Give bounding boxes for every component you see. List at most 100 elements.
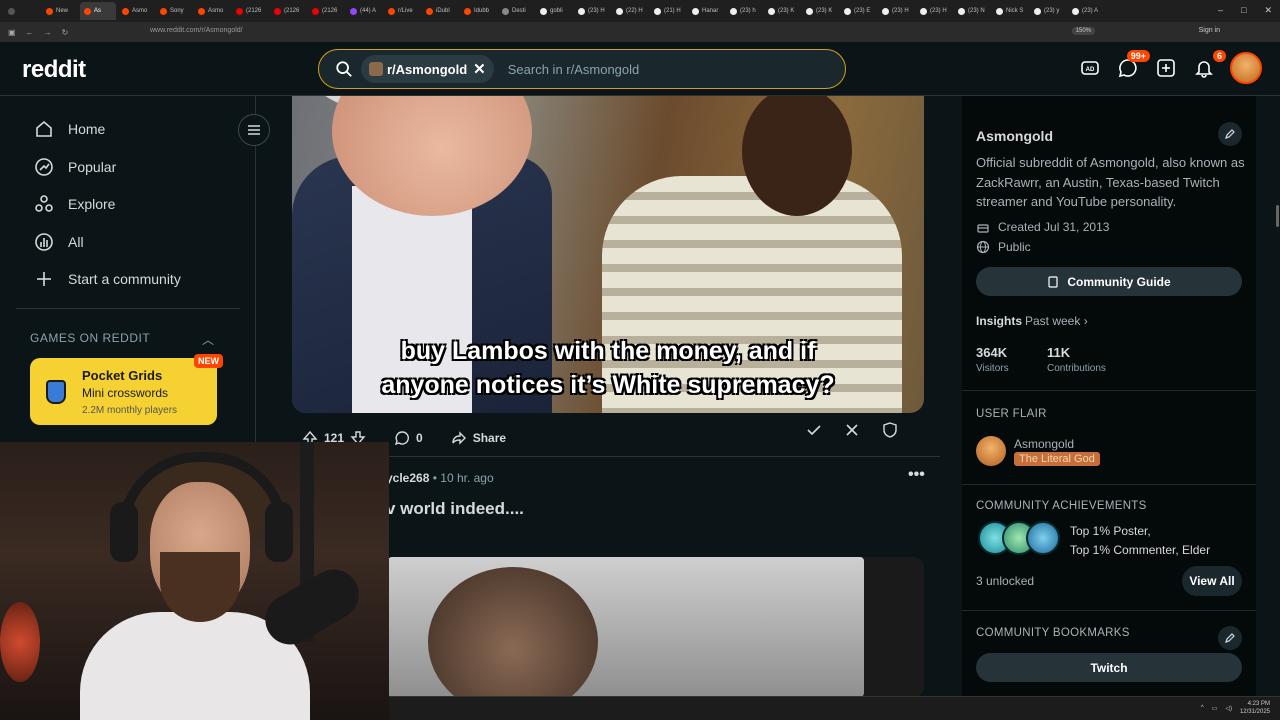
scrollbar-thumb[interactable] — [1276, 205, 1279, 227]
flair-tag[interactable]: The Literal God — [1014, 452, 1100, 466]
browser-tab[interactable]: (23) E — [840, 2, 876, 20]
browser-tab[interactable]: (44) A — [346, 2, 382, 20]
browser-tab[interactable]: (23) h — [726, 2, 762, 20]
post2-author[interactable]: ycle268 — [386, 471, 429, 485]
shield-icon[interactable] — [882, 422, 898, 438]
post2-title[interactable]: v world indeed.... — [386, 499, 524, 519]
browser-tab[interactable]: (2126 — [308, 2, 344, 20]
post2-image[interactable] — [388, 557, 864, 697]
browser-tab[interactable]: (23) K — [802, 2, 838, 20]
hamburger-icon — [248, 125, 260, 135]
tray-chevron-icon[interactable]: ^ — [1201, 705, 1204, 711]
browser-tab[interactable]: (23) y — [1030, 2, 1066, 20]
bookmarks-header: COMMUNITY BOOKMARKS — [976, 627, 1130, 639]
browser-tab[interactable]: Idubb — [460, 2, 496, 20]
page-scrollbar[interactable] — [1273, 96, 1280, 696]
approve-icon[interactable] — [806, 422, 822, 438]
view-all-button[interactable]: View All — [1182, 566, 1242, 596]
browser-tab[interactable]: (21) H — [650, 2, 686, 20]
nav-all-label: All — [68, 234, 84, 250]
notifications-icon[interactable]: 6 — [1192, 50, 1226, 80]
search-icon — [336, 61, 352, 77]
browser-tab[interactable]: As — [80, 2, 116, 20]
share-button[interactable]: Share — [441, 422, 516, 454]
back-icon[interactable]: ← — [26, 28, 34, 37]
post-image[interactable]: buy Lambos with the money, and if anyone… — [292, 96, 924, 413]
browser-signin[interactable]: Sign in — [1199, 27, 1220, 34]
forward-icon[interactable]: → — [44, 28, 52, 37]
image-caption: buy Lambos with the money, and if anyone… — [292, 334, 924, 402]
tab-favicon-icon — [1034, 7, 1041, 15]
tab-label: Sony — [170, 8, 184, 14]
browser-tab[interactable]: gobli — [536, 2, 572, 20]
browser-tab[interactable]: iDubl — [422, 2, 458, 20]
chevron-up-icon[interactable]: ︿ — [202, 331, 214, 348]
community-guide-button[interactable]: Community Guide — [976, 267, 1242, 296]
achievement-badge-icon[interactable] — [1026, 521, 1060, 555]
tab-favicon-icon — [958, 7, 965, 15]
volume-icon[interactable]: ◁) — [1225, 705, 1232, 712]
browser-tab[interactable] — [4, 2, 40, 20]
chip-close-icon[interactable]: ✕ — [473, 60, 486, 78]
search-input[interactable]: Search in r/Asmongold — [508, 62, 640, 77]
subreddit-search-chip[interactable]: r/Asmongold ✕ — [361, 55, 494, 83]
close-window-icon[interactable]: ✕ — [1264, 5, 1272, 16]
more-options-icon[interactable]: ••• — [908, 466, 925, 484]
browser-tab[interactable]: (23) H — [878, 2, 914, 20]
browser-tab[interactable]: Nick S — [992, 2, 1028, 20]
game-subtitle: Mini crosswords — [82, 386, 169, 400]
browser-tab[interactable]: Asmo — [194, 2, 230, 20]
reload-icon[interactable]: ↻ — [62, 28, 69, 37]
sidebar-toggle-icon[interactable]: ▣ — [8, 28, 16, 37]
url-field[interactable]: www.reddit.com/r/Asmongold/ — [150, 27, 243, 34]
bookmark-twitch-button[interactable]: Twitch — [976, 653, 1242, 682]
nav-all[interactable]: All — [34, 232, 84, 252]
plus-icon — [37, 272, 51, 286]
browser-tab[interactable]: Hanar — [688, 2, 724, 20]
browser-tab[interactable]: (23) H — [574, 2, 610, 20]
nav-popular[interactable]: Popular — [34, 157, 116, 177]
games-section-header[interactable]: GAMES ON REDDIT — [30, 331, 150, 345]
insights-range[interactable]: Past week › — [1025, 314, 1088, 328]
browser-tab[interactable]: (23) H — [916, 2, 952, 20]
browser-tab[interactable]: (2126 — [232, 2, 268, 20]
browser-tab[interactable]: (22) H — [612, 2, 648, 20]
chat-icon[interactable]: 99+ — [1116, 50, 1150, 80]
all-icon — [35, 233, 53, 251]
browser-tab[interactable]: Desti — [498, 2, 534, 20]
popular-icon — [35, 158, 53, 176]
browser-tab[interactable]: (23) N — [954, 2, 990, 20]
edit-community-button[interactable] — [1218, 122, 1242, 146]
tab-favicon-icon — [236, 7, 243, 15]
maximize-icon[interactable]: □ — [1241, 5, 1246, 16]
achievements-line-1: Top 1% Poster, — [1070, 524, 1151, 538]
browser-tab[interactable]: New — [42, 2, 78, 20]
user-avatar[interactable] — [1230, 52, 1262, 84]
system-clock[interactable]: 4:23 PM 12/31/2025 — [1240, 700, 1270, 716]
browser-tab[interactable]: Asmo — [118, 2, 154, 20]
collapse-nav-button[interactable] — [238, 114, 270, 146]
create-post-icon[interactable] — [1154, 56, 1178, 80]
reddit-logo[interactable]: reddit — [22, 56, 86, 84]
network-icon[interactable]: ▭ — [1212, 705, 1218, 712]
browser-tab[interactable]: (23) K — [764, 2, 800, 20]
nav-home[interactable]: Home — [34, 119, 105, 139]
nav-explore[interactable]: Explore — [34, 194, 115, 214]
comments-button[interactable]: 0 — [384, 422, 433, 454]
advertise-icon[interactable]: AD — [1078, 56, 1102, 80]
game-card-pocket-grids[interactable]: Pocket Grids Mini crosswords 2.2M monthl… — [30, 354, 223, 425]
search-bar[interactable]: r/Asmongold ✕ Search in r/Asmongold — [318, 49, 846, 89]
edit-bookmarks-button[interactable] — [1218, 626, 1242, 650]
browser-tab[interactable]: (23) A — [1068, 2, 1104, 20]
tab-label: Idubb — [474, 8, 490, 14]
chat-badge: 99+ — [1126, 50, 1150, 62]
browser-tab[interactable]: (2126 — [270, 2, 306, 20]
remove-icon[interactable] — [844, 422, 860, 438]
zoom-level[interactable]: 150% — [1071, 27, 1095, 35]
subreddit-icon — [369, 62, 383, 76]
nav-start-community[interactable]: Start a community — [34, 269, 181, 289]
browser-tab[interactable]: Sony — [156, 2, 192, 20]
minimize-icon[interactable]: – — [1218, 5, 1223, 16]
browser-tab[interactable]: r/Live — [384, 2, 420, 20]
post2-time: • 10 hr. ago — [432, 471, 494, 485]
